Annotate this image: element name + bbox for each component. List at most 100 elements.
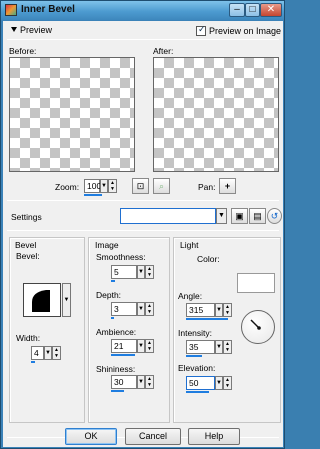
width-control[interactable]: 4 ▼ ▲ ▼	[31, 346, 63, 363]
inner-bevel-dialog: Inner Bevel – □ ✕ Preview Preview on Ima…	[0, 0, 285, 449]
bevel-shape-preview[interactable]	[23, 283, 61, 317]
intensity-slider[interactable]	[186, 355, 202, 357]
divider	[7, 230, 279, 231]
preset-manager-icon[interactable]: ▤	[249, 208, 266, 224]
zoom-label: Zoom:	[55, 182, 80, 192]
depth-stepper[interactable]: ▲ ▼	[145, 302, 154, 316]
depth-dropdown-icon[interactable]: ▼	[137, 302, 145, 316]
depth-slider[interactable]	[111, 317, 114, 319]
shininess-stepper[interactable]: ▲ ▼	[145, 375, 154, 389]
angle-slider[interactable]	[186, 318, 228, 320]
light-color-swatch[interactable]	[237, 273, 275, 293]
ambience-input[interactable]: 21	[111, 339, 137, 353]
bevel-dropdown-icon[interactable]: ▼	[62, 283, 71, 317]
intensity-dropdown-icon[interactable]: ▼	[215, 340, 223, 354]
collapse-arrow-icon	[11, 27, 17, 32]
ambience-label: Ambience:	[96, 327, 137, 337]
checkbox-checked-icon	[195, 24, 206, 36]
after-preview[interactable]	[153, 57, 279, 172]
depth-control[interactable]: 3 ▼ ▲ ▼	[111, 302, 155, 319]
smoothness-label: Smoothness:	[96, 252, 146, 262]
angle-label: Angle:	[178, 291, 203, 301]
elevation-label: Elevation:	[178, 363, 216, 373]
shininess-slider[interactable]	[111, 390, 124, 392]
bevel-group	[9, 237, 85, 423]
intensity-stepper[interactable]: ▲ ▼	[223, 340, 232, 354]
pan-label: Pan:	[198, 182, 216, 192]
shininess-input[interactable]: 30	[111, 375, 137, 389]
cancel-button[interactable]: Cancel	[125, 428, 181, 445]
minimize-icon[interactable]: –	[229, 3, 245, 17]
shininess-control[interactable]: 30 ▼ ▲ ▼	[111, 375, 155, 392]
preview-toggle[interactable]: Preview	[11, 25, 52, 35]
angle-input[interactable]: 315	[186, 303, 215, 317]
angle-dropdown-icon[interactable]: ▼	[215, 303, 223, 317]
width-label: Width:	[16, 333, 41, 343]
elevation-input[interactable]: 50	[186, 376, 215, 390]
shininess-dropdown-icon[interactable]: ▼	[137, 375, 145, 389]
settings-dropdown-icon[interactable]: ▼	[216, 208, 227, 224]
zoom-stepper[interactable]: ▲ ▼	[108, 179, 117, 193]
smoothness-input[interactable]: 5	[111, 265, 137, 279]
window-title: Inner Bevel	[21, 4, 75, 15]
preview-toggle-label: Preview	[20, 25, 53, 35]
elevation-stepper[interactable]: ▲ ▼	[223, 376, 232, 390]
save-preset-icon[interactable]: ▣	[231, 208, 248, 224]
smoothness-control[interactable]: 5 ▼ ▲ ▼	[111, 265, 155, 282]
dialog-body: Preview Preview on Image Before: After: …	[3, 21, 283, 447]
reset-icon[interactable]: ↺	[267, 208, 282, 224]
angle-needle-icon	[250, 319, 261, 330]
app-icon	[5, 4, 17, 16]
divider	[7, 39, 279, 40]
light-angle-dial[interactable]	[241, 310, 275, 344]
zoom-magnifier-icon[interactable]: ⌕	[153, 178, 170, 194]
angle-control[interactable]: 315 ▼ ▲ ▼	[186, 303, 233, 320]
bevel-group-label: Bevel	[15, 240, 37, 250]
zoom-control[interactable]: 100 ▼ ▲ ▼	[84, 179, 120, 196]
intensity-control[interactable]: 35 ▼ ▲ ▼	[186, 340, 233, 357]
smoothness-stepper[interactable]: ▲ ▼	[145, 265, 154, 279]
divider	[7, 200, 279, 201]
elevation-control[interactable]: 50 ▼ ▲ ▼	[186, 376, 233, 393]
settings-combo[interactable]	[120, 208, 216, 224]
ambience-slider[interactable]	[111, 354, 135, 356]
shininess-label: Shininess:	[96, 364, 136, 374]
settings-label: Settings	[11, 212, 42, 222]
angle-stepper[interactable]: ▲ ▼	[223, 303, 232, 317]
after-label: After:	[153, 46, 174, 56]
light-group-label: Light	[180, 240, 199, 250]
ok-button[interactable]: OK	[65, 428, 117, 445]
ambience-control[interactable]: 21 ▼ ▲ ▼	[111, 339, 155, 356]
width-stepper[interactable]: ▲ ▼	[52, 346, 61, 360]
bevel-label: Bevel:	[16, 251, 40, 261]
depth-input[interactable]: 3	[111, 302, 137, 316]
pan-icon[interactable]: +	[219, 178, 236, 194]
depth-label: Depth:	[96, 290, 122, 300]
ambience-stepper[interactable]: ▲ ▼	[145, 339, 154, 353]
smoothness-slider[interactable]	[111, 280, 115, 282]
bevel-shape-icon	[32, 290, 50, 312]
help-button[interactable]: Help	[188, 428, 240, 445]
image-group-label: Image	[95, 240, 119, 250]
width-slider[interactable]	[31, 361, 35, 363]
zoom-input[interactable]: 100	[84, 179, 101, 193]
intensity-label: Intensity:	[178, 328, 213, 338]
zoom-slider[interactable]	[84, 194, 102, 196]
zoom-to-fit-icon[interactable]: ⊡	[132, 178, 149, 194]
color-label: Color:	[197, 254, 220, 264]
elevation-dropdown-icon[interactable]: ▼	[215, 376, 223, 390]
smoothness-dropdown-icon[interactable]: ▼	[137, 265, 145, 279]
close-icon[interactable]: ✕	[260, 3, 282, 17]
preview-on-image-label: Preview on Image	[208, 26, 281, 36]
intensity-input[interactable]: 35	[186, 340, 215, 354]
preview-on-image-checkbox[interactable]: Preview on Image	[195, 24, 281, 36]
before-label: Before:	[9, 46, 37, 56]
title-bar[interactable]: Inner Bevel – □ ✕	[1, 1, 284, 20]
maximize-icon[interactable]: □	[245, 3, 260, 17]
before-preview[interactable]	[9, 57, 135, 172]
width-dropdown-icon[interactable]: ▼	[44, 346, 52, 360]
ambience-dropdown-icon[interactable]: ▼	[137, 339, 145, 353]
zoom-dropdown-icon[interactable]: ▼	[100, 179, 108, 193]
width-input[interactable]: 4	[31, 346, 44, 360]
elevation-slider[interactable]	[186, 391, 209, 393]
